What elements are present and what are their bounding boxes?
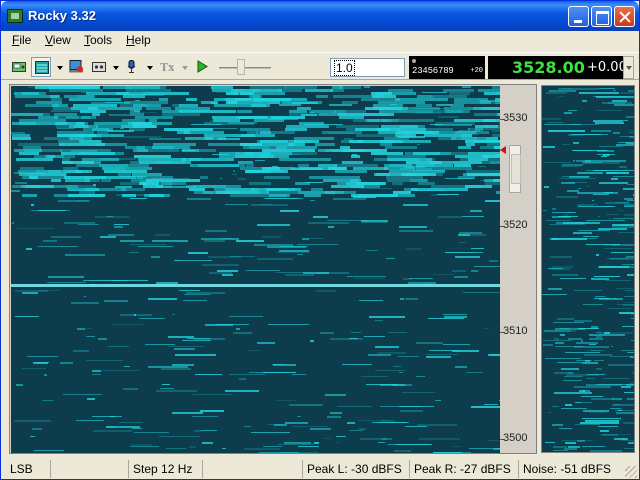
tuning-scroll[interactable]	[509, 145, 521, 193]
waterfall-display[interactable]	[11, 86, 500, 453]
status-empty	[50, 460, 128, 478]
waterfall-view-button[interactable]	[31, 57, 51, 77]
frequency-display[interactable]: 3528.00 +0.00	[488, 56, 627, 79]
app-window: Rocky 3.32 File View Tools Help Tx 1.0 2…	[0, 0, 640, 480]
toolbar: Tx 1.0 23456789 +20 3528.00 +0.00	[1, 52, 639, 80]
resize-grip[interactable]	[625, 466, 637, 478]
chevron-down-icon[interactable]	[57, 66, 63, 70]
minimize-button[interactable]	[568, 6, 589, 27]
cassette-icon	[92, 62, 106, 72]
status-bar: LSB Step 12 Hz Peak L: -30 dBFS Peak R: …	[1, 458, 639, 479]
status-mode: LSB	[10, 462, 33, 476]
status-peak-left: Peak L: -30 dBFS	[302, 460, 409, 478]
speed-input[interactable]: 1.0	[330, 58, 405, 77]
digits-offset: +20	[470, 67, 483, 75]
play-icon	[197, 60, 208, 73]
scale-label: 3530	[503, 112, 528, 124]
microphone-button[interactable]	[122, 57, 142, 77]
menu-bar: File View Tools Help	[1, 31, 639, 51]
volume-slider-track[interactable]	[219, 67, 271, 69]
menu-help[interactable]: Help	[126, 33, 151, 47]
indicator-dot	[412, 59, 416, 63]
radio-settings-button[interactable]	[9, 57, 29, 77]
side-waterfall[interactable]	[541, 85, 635, 453]
scale-label: 3510	[503, 325, 528, 337]
volume-slider-thumb[interactable]	[237, 59, 245, 75]
waterfall-panel: 3530 3520 3510 3500	[9, 84, 537, 454]
status-step: Step 12 Hz	[128, 460, 202, 478]
menu-file[interactable]: File	[12, 33, 31, 47]
status-peak-right: Peak R: -27 dBFS	[409, 460, 518, 478]
waterfall-image	[11, 86, 500, 453]
scale-label: 3520	[503, 219, 528, 231]
radio-settings-icon	[12, 62, 26, 72]
menu-view[interactable]: View	[45, 33, 71, 47]
transmit-icon: Tx	[160, 61, 174, 73]
play-button[interactable]	[192, 57, 212, 77]
chevron-down-icon[interactable]	[182, 66, 188, 70]
app-icon[interactable]	[7, 9, 23, 23]
digits-readout: 23456789	[412, 66, 454, 76]
frequency-scale[interactable]: 3530 3520 3510 3500	[500, 86, 536, 453]
status-empty	[202, 460, 302, 478]
chevron-down-icon[interactable]	[147, 66, 153, 70]
rit-offset: +0.00	[587, 60, 627, 75]
record-button[interactable]	[66, 57, 86, 77]
close-button[interactable]	[614, 6, 635, 27]
digits-display: 23456789 +20	[409, 56, 485, 79]
record-icon	[69, 60, 83, 73]
side-waterfall-image	[542, 88, 634, 452]
maximize-button[interactable]	[591, 6, 612, 27]
svg-text:Tx: Tx	[160, 61, 174, 73]
window-title: Rocky 3.32	[28, 8, 96, 23]
tuning-marker-icon[interactable]	[500, 146, 506, 154]
transmit-button[interactable]: Tx	[157, 57, 177, 77]
menu-tools[interactable]: Tools	[84, 33, 112, 47]
microphone-icon	[127, 60, 136, 73]
waterfall-view-icon	[35, 61, 49, 74]
cassette-button[interactable]	[89, 57, 109, 77]
title-bar[interactable]: Rocky 3.32	[1, 1, 639, 31]
chevron-down-icon[interactable]	[113, 66, 119, 70]
status-noise: Noise: -51 dBFS	[518, 460, 624, 478]
frequency-dropdown[interactable]	[623, 56, 634, 79]
scale-label: 3500	[503, 432, 528, 444]
frequency-readout: 3528.00	[512, 58, 585, 77]
